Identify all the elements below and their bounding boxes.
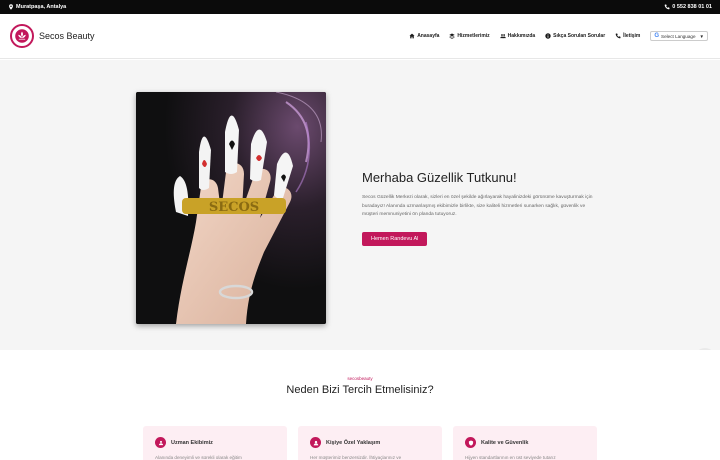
book-appointment-button[interactable]: Hemen Randevu Al: [362, 231, 428, 246]
language-selector[interactable]: G Select Language ▼: [650, 31, 708, 41]
layers-icon: [449, 33, 456, 39]
hero-section: SECOS Merhaba Güzellik Tutkunu! Secos Gü…: [0, 60, 720, 350]
user-icon: [310, 437, 321, 448]
language-label: Select Language: [661, 33, 696, 39]
card-title: Kişiye Özel Yaklaşım: [326, 439, 381, 446]
phone-icon: [615, 33, 621, 39]
top-info-bar: Muratpaşa, Antalya 0 552 838 01 01: [0, 0, 720, 14]
hero-title: Merhaba Güzellik Tutkunu!: [362, 170, 517, 185]
hand-ring-illustration: SECOS: [136, 92, 326, 324]
main-menu: Anasayfa Hizmetlerimiz Hakkımızda Sıkça …: [409, 31, 708, 41]
home-icon: [409, 33, 415, 39]
ring-text: SECOS: [209, 200, 259, 215]
card-text: Alanında deneyimli ve sürekli olarak eği…: [155, 455, 242, 460]
nav-item-about[interactable]: Hakkımızda: [499, 33, 536, 39]
brand-link[interactable]: Secos Beauty: [10, 24, 95, 48]
main-navbar: Secos Beauty Anasayfa Hizmetlerimiz Hakk…: [0, 14, 720, 59]
nav-item-services[interactable]: Hizmetlerimiz: [449, 33, 490, 39]
hero-nail-image: SECOS: [136, 92, 326, 324]
nav-item-contact[interactable]: İletişim: [615, 33, 640, 39]
google-icon: G: [654, 33, 660, 39]
nav-item-label: Hakkımızda: [507, 33, 536, 39]
section-eyebrow: secosbeauty: [347, 376, 373, 381]
hero-text-block: Merhaba Güzellik Tutkunu! Secos Güzellik…: [362, 170, 602, 246]
card-title: Uzman Ekibimiz: [171, 439, 213, 446]
team-icon: [155, 437, 166, 448]
location-info: Muratpaşa, Antalya: [8, 4, 66, 10]
phone-info[interactable]: 0 552 838 01 01: [664, 4, 712, 10]
nav-item-label: Sıkça Sorulan Sorular: [553, 33, 606, 39]
nav-item-label: Anasayfa: [417, 33, 440, 39]
info-icon: [545, 33, 551, 39]
nav-item-label: Hizmetlerimiz: [457, 33, 490, 39]
hero-description: Secos Güzellik Merkezi olarak, sizleri e…: [362, 195, 593, 217]
card-text: Hijyen standartlarının en üst seviyede t…: [465, 455, 556, 460]
location-text: Muratpaşa, Antalya: [16, 4, 67, 10]
phone-icon: [664, 4, 670, 10]
nav-item-faq[interactable]: Sıkça Sorulan Sorular: [545, 33, 605, 39]
feature-card-personal-approach: Kişiye Özel Yaklaşım Her müşterimiz benz…: [298, 426, 442, 460]
shield-icon: [465, 437, 476, 448]
why-choose-section: secosbeauty Neden Bizi Tercih Etmelisini…: [0, 350, 720, 460]
card-header: Kişiye Özel Yaklaşım: [310, 437, 380, 448]
card-header: Kalite ve Güvenlik: [465, 437, 528, 448]
feature-card-expert-team: Uzman Ekibimiz Alanında deneyimli ve sür…: [143, 426, 287, 460]
users-icon: [499, 34, 506, 39]
card-title: Kalite ve Güvenlik: [481, 439, 529, 446]
feature-card-quality-safety: Kalite ve Güvenlik Hijyen standartlarını…: [453, 426, 597, 460]
section-title: Neden Bizi Tercih Etmelisiniz?: [286, 384, 434, 396]
brand-logo: [10, 24, 34, 48]
card-text: Her müşterimiz benzersizdir. İhtiyaçları…: [310, 455, 402, 460]
map-pin-icon: [9, 4, 13, 10]
brand-name: Secos Beauty: [39, 31, 95, 41]
nav-item-home[interactable]: Anasayfa: [409, 33, 439, 39]
chevron-down-icon: ▼: [699, 33, 704, 39]
phone-text: 0 552 838 01 01: [672, 4, 712, 10]
nav-item-label: İletişim: [623, 33, 641, 39]
lotus-logo-icon: [15, 29, 29, 43]
card-header: Uzman Ekibimiz: [155, 437, 213, 448]
